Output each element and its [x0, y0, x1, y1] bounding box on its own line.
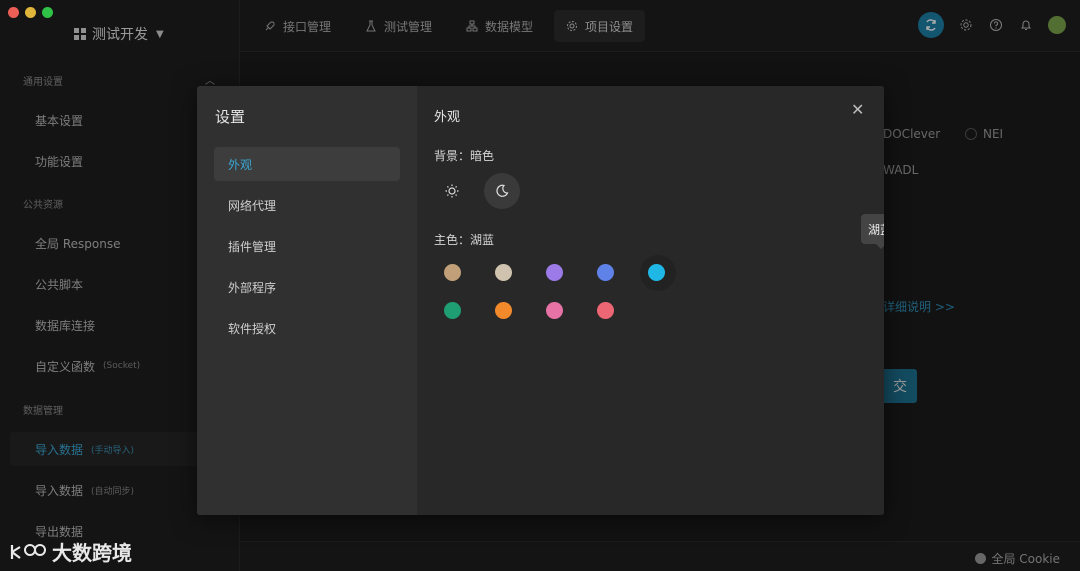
- close-icon[interactable]: ✕: [851, 100, 864, 119]
- background-label: 背景：暗色: [434, 149, 495, 163]
- appearance-pane: 外观 ✕ 背景：暗色 主色：湖蓝 湖蓝: [417, 86, 884, 515]
- color-swatch[interactable]: [546, 264, 563, 281]
- settings-menu: 设置 外观 网络代理 插件管理 外部程序 软件授权: [197, 86, 417, 515]
- color-swatch[interactable]: [546, 302, 563, 319]
- sun-icon: [445, 184, 459, 198]
- modal-title: 设置: [215, 108, 246, 126]
- moon-icon: [496, 184, 509, 197]
- pane-title: 外观: [434, 110, 461, 125]
- color-tooltip: 湖蓝: [861, 214, 884, 249]
- dark-mode-button[interactable]: [484, 173, 520, 209]
- zoom-window-button[interactable]: [42, 7, 53, 18]
- color-label: 主色：湖蓝: [434, 233, 495, 247]
- color-swatch[interactable]: [444, 264, 461, 281]
- light-mode-button[interactable]: [434, 173, 470, 209]
- minimize-window-button[interactable]: [25, 7, 36, 18]
- window-controls: [8, 7, 53, 18]
- logo-icon: [10, 543, 46, 559]
- menu-item-external-programs[interactable]: 外部程序: [214, 270, 400, 304]
- color-swatch[interactable]: [495, 302, 512, 319]
- menu-item-network-proxy[interactable]: 网络代理: [214, 188, 400, 222]
- color-swatch[interactable]: [597, 264, 614, 281]
- color-swatch[interactable]: [495, 264, 512, 281]
- menu-item-plugins[interactable]: 插件管理: [214, 229, 400, 263]
- close-window-button[interactable]: [8, 7, 19, 18]
- color-swatch[interactable]: [597, 302, 614, 319]
- menu-item-appearance[interactable]: 外观: [214, 147, 400, 181]
- color-swatch[interactable]: [648, 264, 665, 281]
- settings-modal: 设置 外观 网络代理 插件管理 外部程序 软件授权 外观 ✕ 背景：暗色 主色：…: [197, 86, 884, 515]
- color-swatch[interactable]: [444, 302, 461, 319]
- watermark: 大数跨境: [8, 537, 132, 566]
- menu-item-license[interactable]: 软件授权: [214, 311, 400, 345]
